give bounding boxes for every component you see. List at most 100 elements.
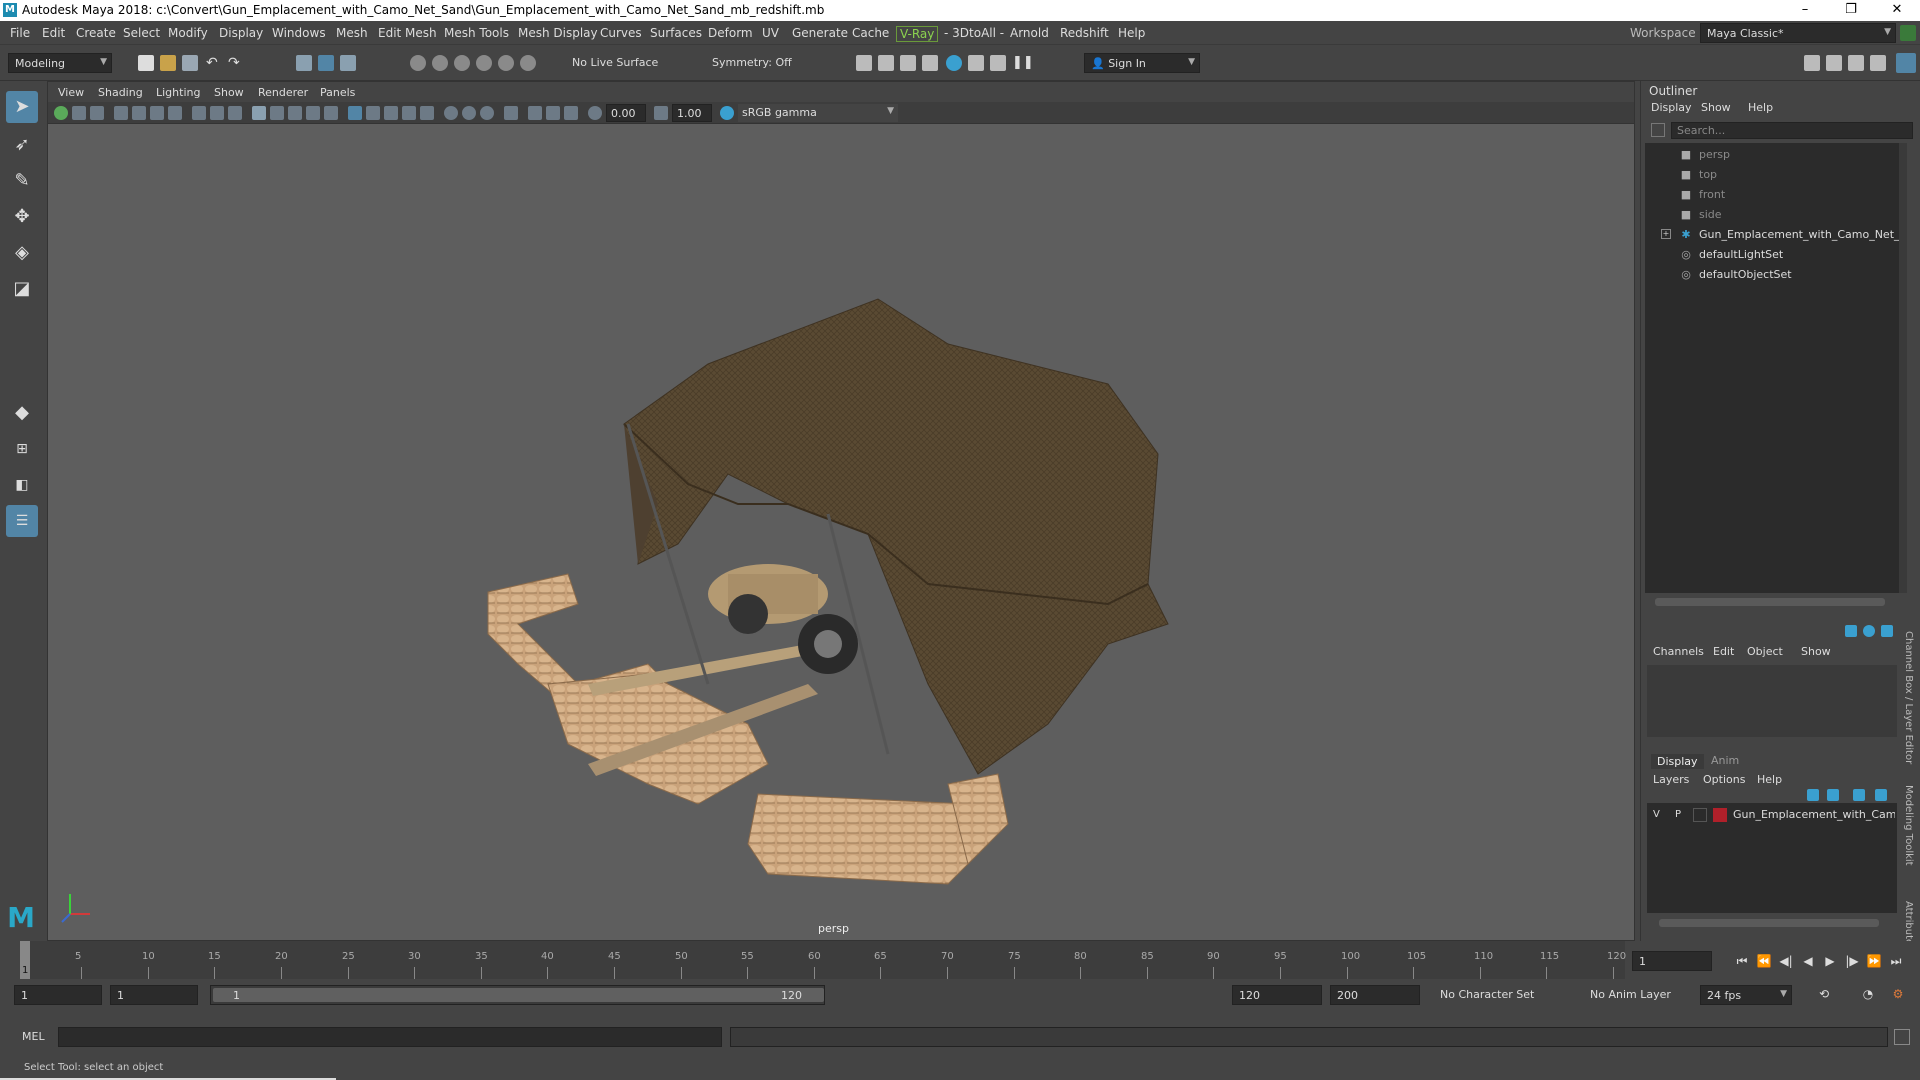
vp-menu-lighting[interactable]: Lighting [156, 86, 200, 99]
safe-action-icon[interactable] [270, 106, 284, 120]
snap-grid-icon[interactable] [410, 55, 426, 71]
render-frame-icon[interactable] [856, 55, 872, 71]
two-d-pan-icon[interactable] [132, 106, 146, 120]
channels-menu-show[interactable]: Show [1801, 645, 1831, 658]
snap-live-icon[interactable] [520, 55, 536, 71]
command-input[interactable] [58, 1027, 722, 1047]
menu-cache[interactable]: Cache [852, 26, 889, 40]
motion-blur-icon[interactable] [420, 106, 434, 120]
step-forward-key-icon[interactable]: ⏩ [1866, 954, 1882, 968]
field-chart-icon[interactable] [228, 106, 242, 120]
paint-select-tool-icon[interactable]: ✎ [6, 165, 38, 197]
channels-menu-channels[interactable]: Channels [1653, 645, 1704, 658]
move-tool-icon[interactable]: ✥ [6, 201, 38, 233]
go-to-end-icon[interactable]: ⏭ [1888, 954, 1904, 968]
outliner-menu-show[interactable]: Show [1701, 101, 1731, 114]
sign-in-dropdown[interactable]: 👤 Sign In ▼ [1084, 53, 1200, 73]
vp-menu-view[interactable]: View [58, 86, 84, 99]
vp-menu-shading[interactable]: Shading [98, 86, 143, 99]
grid-icon[interactable] [252, 106, 266, 120]
go-to-start-icon[interactable]: ⏮ [1734, 954, 1750, 968]
play-forward-icon[interactable]: ▶ [1822, 954, 1838, 968]
play-backward-icon[interactable]: ◀ [1800, 954, 1816, 968]
save-scene-icon[interactable] [182, 55, 198, 71]
gamma-icon[interactable] [654, 106, 668, 120]
workspace-dropdown[interactable]: Maya Classic* ▼ [1700, 23, 1896, 43]
outliner-menu-display[interactable]: Display [1651, 101, 1692, 114]
fps-dropdown[interactable]: 24 fps ▼ [1700, 985, 1792, 1005]
open-scene-icon[interactable] [160, 55, 176, 71]
menu-generate[interactable]: Generate [792, 26, 848, 40]
render-settings-icon[interactable] [922, 55, 938, 71]
select-component-icon[interactable] [340, 55, 356, 71]
move-panel-icon[interactable] [1845, 625, 1857, 637]
scene-end-field[interactable]: 200 [1330, 985, 1420, 1005]
outliner-row[interactable]: ■ top [1645, 165, 1907, 185]
range-slider-fill[interactable] [213, 988, 824, 1002]
tab-anim[interactable]: Anim [1711, 754, 1739, 767]
pause-icon[interactable]: ❚❚ [1012, 55, 1034, 71]
menu-3dtoall[interactable]: - 3DtoAll - [944, 26, 1004, 40]
minimize-button[interactable]: – [1782, 0, 1828, 21]
menu-windows[interactable]: Windows [272, 26, 326, 40]
step-back-frame-icon[interactable]: ◀| [1778, 954, 1794, 968]
menu-edit[interactable]: Edit [42, 26, 65, 40]
undo-icon[interactable]: ↶ [206, 55, 222, 71]
menu-mesh-tools[interactable]: Mesh Tools [444, 26, 509, 40]
exposure-field[interactable]: 0.00 [606, 104, 646, 122]
tool-settings-icon[interactable] [1848, 55, 1864, 71]
resolution-gate-icon[interactable] [192, 106, 206, 120]
menu-deform[interactable]: Deform [708, 26, 753, 40]
outliner-row[interactable]: ■ persp [1645, 145, 1907, 165]
symmetry-dropdown[interactable]: Symmetry: Off [706, 53, 802, 73]
close-button[interactable]: ✕ [1874, 0, 1920, 21]
outliner-menu-help[interactable]: Help [1748, 101, 1773, 114]
menu-uv[interactable]: UV [762, 26, 779, 40]
step-back-key-icon[interactable]: ⏪ [1756, 954, 1772, 968]
tab-channel-box-layer-editor[interactable]: Channel Box / Layer Editor [1903, 631, 1914, 764]
auto-key-icon[interactable]: ◔ [1860, 987, 1876, 1001]
move-layer-down-icon[interactable] [1827, 789, 1839, 801]
film-gate-icon[interactable] [168, 106, 182, 120]
safe-title-icon[interactable] [288, 106, 302, 120]
layer-visibility-toggle[interactable]: V [1653, 809, 1660, 820]
two-view-layout-icon[interactable]: ◧ [6, 469, 38, 501]
exposure-icon[interactable] [588, 106, 602, 120]
outliner-vertical-scrollbar[interactable] [1899, 143, 1907, 593]
snap-view-icon[interactable] [476, 55, 492, 71]
backface-culling-icon[interactable] [504, 106, 518, 120]
snap-surface-icon[interactable] [498, 55, 514, 71]
menu-file[interactable]: File [10, 26, 30, 40]
menu-display[interactable]: Display [219, 26, 263, 40]
outliner-search-input[interactable]: Search... [1671, 122, 1913, 139]
outliner-layout-icon[interactable]: ☰ [6, 505, 38, 537]
new-layer-selected-icon[interactable] [1875, 789, 1887, 801]
single-perspective-layout-icon[interactable]: ◆ [6, 397, 38, 429]
anim-layer-dropdown[interactable]: No Anim Layer [1584, 985, 1688, 1005]
smooth-shade-icon[interactable] [324, 106, 338, 120]
light-editor-icon[interactable] [990, 55, 1006, 71]
menu-vray[interactable]: V-Ray [896, 26, 939, 42]
mode-dropdown[interactable]: Modeling ▼ [8, 53, 112, 73]
image-plane-icon[interactable] [114, 106, 128, 120]
new-scene-icon[interactable] [138, 55, 154, 71]
scale-tool-icon[interactable]: ◪ [6, 273, 38, 305]
select-hierarchy-icon[interactable] [296, 55, 312, 71]
move-layer-up-icon[interactable] [1807, 789, 1819, 801]
xray-icon[interactable] [462, 106, 476, 120]
highlight-icon[interactable] [528, 106, 542, 120]
color-management-icon[interactable] [720, 106, 734, 120]
ambient-occlusion-icon[interactable] [402, 106, 416, 120]
camera-lock-icon[interactable] [72, 106, 86, 120]
new-layer-icon[interactable] [1853, 789, 1865, 801]
scene-start-field[interactable]: 1 [14, 985, 102, 1005]
menu-select[interactable]: Select [123, 26, 160, 40]
script-editor-icon[interactable] [1894, 1029, 1910, 1045]
playback-end-field[interactable]: 120 [1232, 985, 1322, 1005]
vp-menu-renderer[interactable]: Renderer [258, 86, 308, 99]
outliner-row[interactable]: ◎ defaultObjectSet [1645, 265, 1907, 285]
layer-row[interactable]: V P Gun_Emplacement_with_Camo [1647, 805, 1897, 825]
select-tool-icon[interactable]: ➤ [6, 91, 38, 123]
use-all-lights-icon[interactable] [366, 106, 380, 120]
menu-help[interactable]: Help [1118, 26, 1145, 40]
